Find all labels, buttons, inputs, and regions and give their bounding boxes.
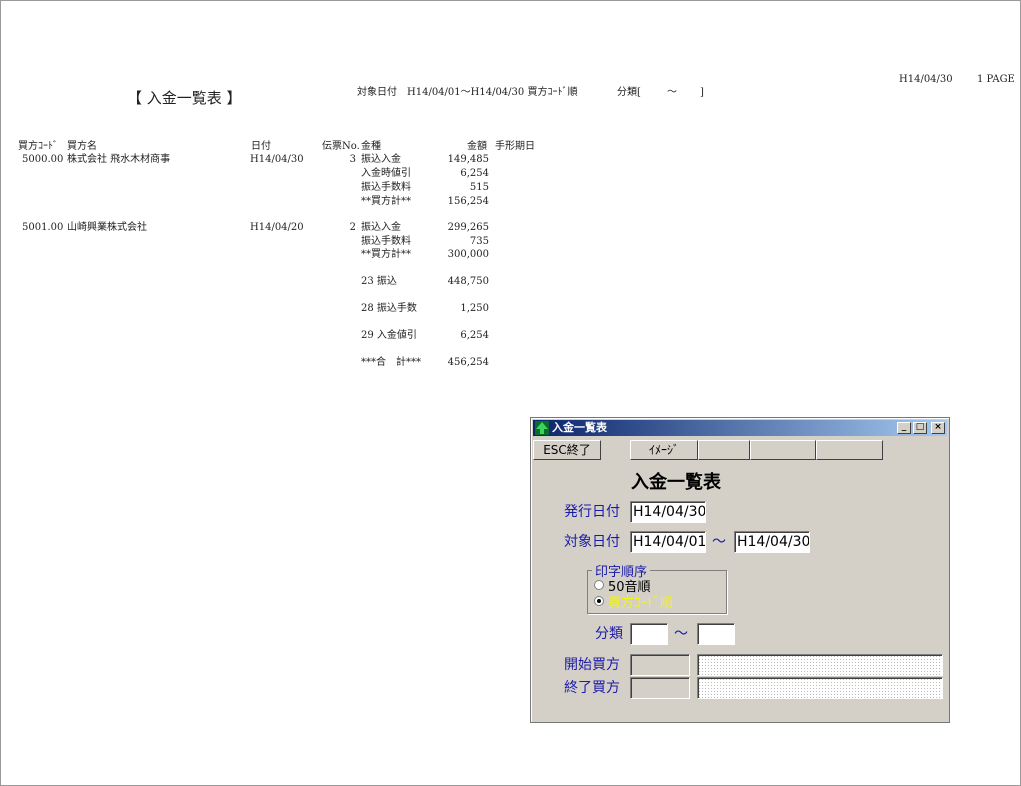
class-tilde: ～ bbox=[674, 626, 688, 642]
dialog-heading: 入金一覧表 bbox=[631, 472, 721, 493]
summary-total-amount: 456,254 bbox=[447, 357, 489, 368]
line-kind: 振込手数料 bbox=[361, 182, 411, 193]
line-amount: 299,265 bbox=[447, 222, 489, 233]
summary-kind: 28 振込手数 bbox=[361, 303, 417, 314]
class-to-field[interactable] bbox=[697, 623, 735, 645]
close-icon[interactable]: × bbox=[931, 422, 945, 434]
col-bill-due: 手形期日 bbox=[495, 141, 535, 152]
target-date-tilde: ～ bbox=[712, 534, 726, 550]
group-date: H14/04/30 bbox=[250, 154, 304, 165]
col-date: 日付 bbox=[251, 141, 271, 152]
group-buyer-code: 5001.00 bbox=[22, 222, 64, 233]
line-amount: 149,485 bbox=[447, 154, 489, 165]
group-slip-no: 2 bbox=[349, 222, 356, 233]
group-date: H14/04/20 bbox=[250, 222, 304, 233]
image-preview-button[interactable]: ｲﾒｰｼﾞ bbox=[630, 440, 698, 460]
report-class-label: 分類[ bbox=[617, 87, 641, 98]
start-buyer-code-field[interactable] bbox=[630, 654, 690, 676]
minimize-icon[interactable]: _ bbox=[897, 422, 911, 434]
group-buyer-name: 山崎興業株式会社 bbox=[67, 222, 147, 233]
end-buyer-code-field[interactable] bbox=[630, 677, 690, 699]
col-amount: 金額 bbox=[467, 141, 487, 152]
line-amount: 156,254 bbox=[447, 196, 489, 207]
summary-amount: 448,750 bbox=[447, 276, 489, 287]
line-kind: 振込入金 bbox=[361, 154, 401, 165]
summary-kind: 29 入金値引 bbox=[361, 330, 417, 341]
summary-kind: 23 振込 bbox=[361, 276, 397, 287]
report-class-close: ] bbox=[700, 87, 704, 98]
line-kind: 振込手数料 bbox=[361, 236, 411, 247]
class-label: 分類 bbox=[595, 626, 623, 642]
esc-exit-button[interactable]: ESC終了 bbox=[533, 440, 601, 460]
report-settings-window: 入金一覧表 _ □ × ESC終了 ｲﾒｰｼﾞ 入金一覧表 発行日付 H14/0… bbox=[530, 417, 950, 723]
toolbar-button-empty[interactable] bbox=[750, 440, 816, 460]
line-kind: **買方計** bbox=[361, 196, 411, 207]
app-icon bbox=[535, 421, 549, 435]
start-buyer-label: 開始買方 bbox=[564, 657, 620, 673]
summary-total-kind: ***合 計*** bbox=[361, 357, 421, 368]
line-amount: 735 bbox=[469, 236, 489, 247]
target-date-from-field[interactable]: H14/04/01 bbox=[630, 531, 706, 553]
summary-amount: 1,250 bbox=[460, 303, 489, 314]
print-order-group: 印字順序 50音順 買方ｺｰﾄﾞ順 bbox=[587, 561, 727, 614]
report-class-tilde: ～ bbox=[667, 87, 677, 98]
start-buyer-name-field[interactable] bbox=[697, 654, 943, 676]
toolbar-button-empty[interactable] bbox=[698, 440, 750, 460]
col-kind: 金種 bbox=[361, 141, 381, 152]
target-date-to-field[interactable]: H14/04/30 bbox=[734, 531, 810, 553]
group-buyer-name: 株式会社 飛水木材商事 bbox=[67, 154, 171, 165]
window-title: 入金一覧表 bbox=[552, 421, 607, 434]
window-titlebar[interactable]: 入金一覧表 _ □ × bbox=[533, 420, 947, 436]
group-slip-no: 3 bbox=[349, 154, 356, 165]
order-option-1-radio[interactable] bbox=[594, 580, 604, 590]
toolbar-button-empty[interactable] bbox=[816, 440, 883, 460]
line-amount: 515 bbox=[469, 182, 489, 193]
group-buyer-code: 5000.00 bbox=[22, 154, 64, 165]
target-date-label: 対象日付 bbox=[564, 534, 620, 550]
issue-date-field[interactable]: H14/04/30 bbox=[630, 501, 706, 523]
class-from-field[interactable] bbox=[630, 623, 668, 645]
line-amount: 300,000 bbox=[447, 249, 489, 260]
line-kind: 振込入金 bbox=[361, 222, 401, 233]
end-buyer-name-field[interactable] bbox=[697, 677, 943, 699]
issue-date-label: 発行日付 bbox=[564, 504, 620, 520]
line-amount: 6,254 bbox=[460, 168, 489, 179]
report-page: 【 入金一覧表 】 対象日付 H14/04/01～H14/04/30 買方ｺｰﾄ… bbox=[0, 0, 1021, 786]
report-page-number: 1 PAGE bbox=[977, 74, 1015, 85]
report-title: 【 入金一覧表 】 bbox=[127, 89, 242, 107]
col-buyer-name: 買方名 bbox=[67, 141, 97, 152]
summary-amount: 6,254 bbox=[460, 330, 489, 341]
end-buyer-label: 終了買方 bbox=[564, 680, 620, 696]
report-criteria: 対象日付 H14/04/01～H14/04/30 買方ｺｰﾄﾞ順 bbox=[357, 87, 578, 98]
order-option-2-radio[interactable] bbox=[594, 596, 604, 606]
order-option-2-label[interactable]: 買方ｺｰﾄﾞ順 bbox=[608, 592, 673, 611]
col-buyer-code: 買方ｺｰﾄﾞ bbox=[18, 141, 58, 152]
report-print-date: H14/04/30 bbox=[899, 74, 953, 85]
maximize-icon[interactable]: □ bbox=[913, 422, 927, 434]
line-kind: **買方計** bbox=[361, 249, 411, 260]
line-kind: 入金時値引 bbox=[361, 168, 411, 179]
col-slip-no: 伝票No. bbox=[322, 141, 360, 152]
